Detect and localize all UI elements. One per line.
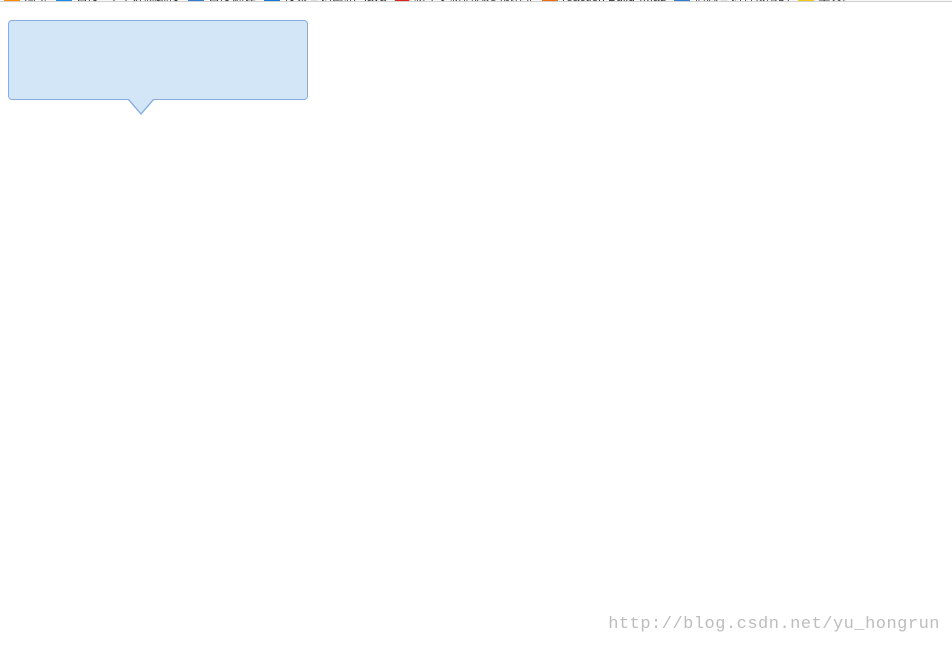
bookmarks-bar: 淘宝 百度 干不好就跳楼 百度翻译 搜索查询邮箱 java 新生更新信息发布网址… bbox=[0, 0, 952, 2]
speech-bubble bbox=[8, 20, 308, 100]
bookmark-label: java bbox=[364, 0, 386, 2]
bookmark-item[interactable]: 百度 bbox=[56, 0, 100, 2]
bookmark-label: reaction Build-{Mag bbox=[562, 0, 666, 2]
bookmark-icon bbox=[188, 0, 204, 2]
bookmark-icon bbox=[264, 0, 280, 2]
bookmark-item[interactable]: 淘宝 bbox=[4, 0, 48, 2]
bookmark-icon bbox=[4, 0, 20, 2]
bookmark-label: 淘宝 bbox=[24, 0, 48, 2]
bookmark-label: 百度 bbox=[76, 0, 100, 2]
bookmark-icon bbox=[674, 0, 690, 2]
bookmark-item[interactable]: 新生更新信息发布网址 bbox=[394, 0, 534, 2]
bookmark-item[interactable]: 干不好就跳楼 bbox=[108, 0, 180, 2]
bookmark-label: 新生更新信息发布网址 bbox=[414, 0, 534, 2]
bookmark-label: 干不好就跳楼 bbox=[108, 0, 180, 2]
bookmark-label: 搜索查询邮箱 bbox=[284, 0, 356, 2]
bookmark-item[interactable]: 信息查询有权限的 bbox=[674, 0, 790, 2]
bookmark-item[interactable]: 工具区 bbox=[798, 0, 854, 2]
watermark-text: http://blog.csdn.net/yu_hongrun bbox=[608, 615, 940, 634]
bookmark-icon bbox=[394, 0, 410, 2]
bookmark-label: 工具区 bbox=[818, 0, 854, 2]
bookmark-icon bbox=[798, 0, 814, 2]
bookmark-icon bbox=[56, 0, 72, 2]
bookmark-icon bbox=[542, 0, 558, 2]
bookmark-item[interactable]: reaction Build-{Mag bbox=[542, 0, 666, 2]
bookmark-label: 百度翻译 bbox=[208, 0, 256, 2]
bookmark-item[interactable]: 搜索查询邮箱 bbox=[264, 0, 356, 2]
bookmark-item[interactable]: java bbox=[364, 0, 386, 2]
bookmark-item[interactable]: 百度翻译 bbox=[188, 0, 256, 2]
bookmark-label: 信息查询有权限的 bbox=[694, 0, 790, 2]
